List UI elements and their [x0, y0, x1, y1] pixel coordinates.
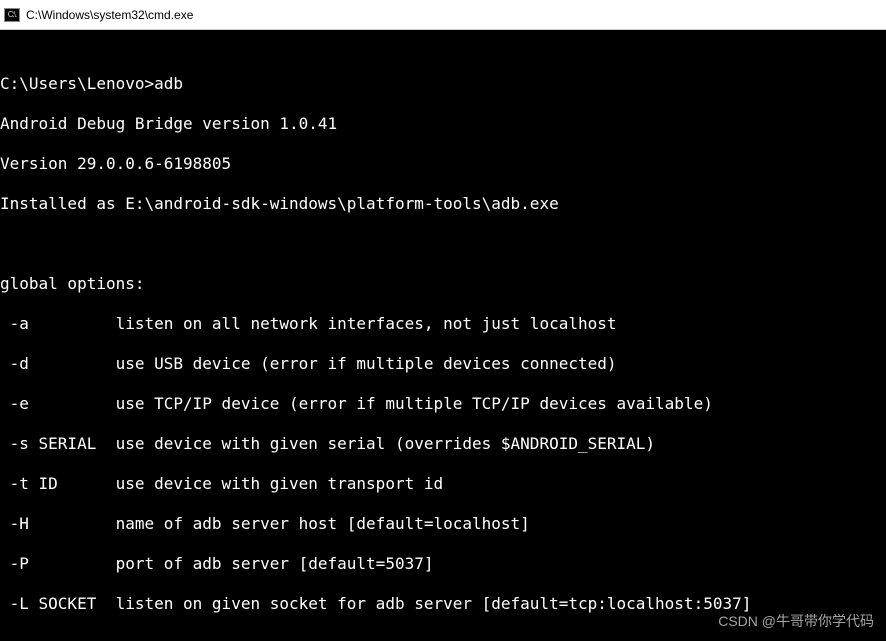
- terminal-line: -H name of adb server host [default=loca…: [0, 514, 886, 534]
- terminal-line: -s SERIAL use device with given serial (…: [0, 434, 886, 454]
- window-title: C:\Windows\system32\cmd.exe: [26, 8, 193, 22]
- cmd-icon: C:\.: [4, 8, 20, 22]
- window-title-bar[interactable]: C:\. C:\Windows\system32\cmd.exe: [0, 0, 886, 30]
- terminal-line: Android Debug Bridge version 1.0.41: [0, 114, 886, 134]
- terminal-output[interactable]: C:\Users\Lenovo>adb Android Debug Bridge…: [0, 30, 886, 641]
- blank-line: [0, 234, 886, 254]
- terminal-line: -a listen on all network interfaces, not…: [0, 314, 886, 334]
- blank-line: [0, 634, 886, 641]
- terminal-line: -L SOCKET listen on given socket for adb…: [0, 594, 886, 614]
- terminal-line: -t ID use device with given transport id: [0, 474, 886, 494]
- terminal-line: -d use USB device (error if multiple dev…: [0, 354, 886, 374]
- terminal-line: Version 29.0.0.6-6198805: [0, 154, 886, 174]
- terminal-line: -e use TCP/IP device (error if multiple …: [0, 394, 886, 414]
- terminal-line: -P port of adb server [default=5037]: [0, 554, 886, 574]
- terminal-line: Installed as E:\android-sdk-windows\plat…: [0, 194, 886, 214]
- prompt-line: C:\Users\Lenovo>adb: [0, 74, 886, 94]
- section-header: global options:: [0, 274, 886, 294]
